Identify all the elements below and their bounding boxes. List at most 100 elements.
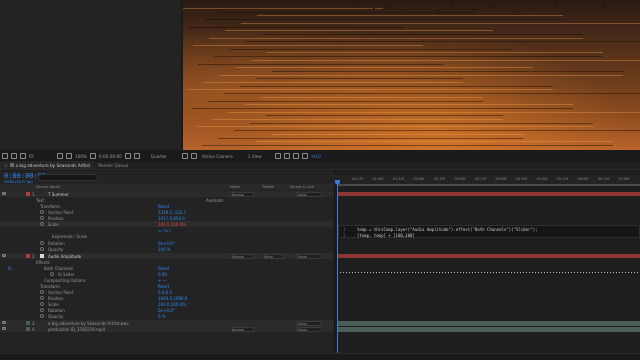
zoom-select[interactable]: 100%	[75, 154, 87, 159]
visibility-eye-icon[interactable]	[2, 254, 6, 257]
reset-link[interactable]: Reset	[158, 284, 169, 289]
property-value[interactable]: 0x+0.0°	[158, 241, 175, 246]
layer-name[interactable]: T Summer	[48, 192, 69, 197]
mode-select[interactable]: Normal	[230, 191, 254, 197]
property-opacity[interactable]: Opacity 100 %	[0, 246, 334, 252]
snapshot-icon[interactable]	[2, 153, 8, 159]
grid-icon[interactable]	[11, 153, 17, 159]
track-bar-video[interactable]	[337, 327, 640, 332]
stopwatch-icon[interactable]	[40, 307, 44, 312]
keyframe-strip[interactable]	[337, 272, 640, 273]
camera-select[interactable]: Active Camera	[200, 154, 235, 159]
visibility-eye-icon[interactable]	[2, 327, 6, 330]
snapshot-camera-icon[interactable]	[124, 153, 131, 159]
camera-icon[interactable]	[89, 153, 96, 159]
parent-select[interactable]: None	[296, 253, 322, 259]
stopwatch-icon[interactable]	[40, 209, 44, 214]
magnification-label[interactable]: Fit	[29, 154, 34, 159]
current-time-indicator[interactable]	[337, 180, 338, 360]
region-of-interest-icon[interactable]	[181, 153, 188, 159]
resolution-select[interactable]: Quarter	[149, 154, 169, 159]
wave-line	[245, 104, 573, 106]
fast-previews-icon[interactable]	[274, 153, 281, 159]
track-bar-summer[interactable]	[337, 192, 640, 196]
trkmat-header[interactable]: TrkMat	[262, 185, 274, 189]
region-icon[interactable]	[56, 153, 63, 159]
stopwatch-icon[interactable]	[40, 240, 44, 245]
property-value[interactable]: 1319.2,-122.7	[158, 210, 186, 215]
stopwatch-icon[interactable]	[40, 215, 44, 220]
mode-select[interactable]: Normal	[230, 326, 254, 332]
property-value[interactable]: 100.0,100.0%	[158, 302, 186, 307]
timeline-icon[interactable]	[283, 153, 290, 159]
parent-select[interactable]: None	[296, 191, 322, 197]
parent-select[interactable]: None	[296, 326, 322, 332]
surfer-silhouette	[473, 9, 475, 10]
trkmat-select[interactable]: None	[262, 253, 284, 259]
track-bar-audio-file[interactable]	[337, 321, 640, 326]
stopwatch-icon[interactable]	[50, 271, 54, 276]
fx-icon[interactable]: fx	[8, 266, 12, 271]
property-value[interactable]: 0 %	[158, 314, 166, 319]
layer-search-input[interactable]	[38, 174, 98, 181]
viewer-timecode[interactable]: 0:00:00:00	[99, 154, 122, 159]
property-opacity-2[interactable]: Opacity 0 %	[0, 313, 334, 319]
exposure-value[interactable]: +0,0	[311, 154, 321, 159]
mask-icon[interactable]	[20, 153, 26, 159]
property-value[interactable]: 0.00	[158, 272, 167, 277]
ruler-tick-label: 06:15f	[598, 177, 609, 181]
expression-editor[interactable]: 1 temp = thisComp.layer("Audio Amplitude…	[338, 225, 640, 238]
expression-line-1[interactable]: temp = thisComp.layer("Audio Amplitude")…	[357, 227, 538, 232]
layer-name[interactable]: a big adventure by Seasonds Artlist.wav	[48, 321, 129, 326]
tab-composition[interactable]: × a big adventure by Seasonds Artlist	[0, 161, 95, 169]
work-area-bar[interactable]	[337, 184, 640, 186]
reset-exposure-icon[interactable]	[301, 153, 308, 159]
label-color-chip[interactable]	[26, 254, 30, 258]
channel-icon[interactable]	[65, 153, 72, 159]
transparency-grid-icon[interactable]	[190, 153, 197, 159]
stopwatch-icon[interactable]	[40, 301, 44, 306]
audio-speaker-icon[interactable]	[2, 321, 6, 324]
reset-link[interactable]: Reset	[158, 204, 169, 209]
layer-name[interactable]: production ID_3782219.mp4	[48, 327, 105, 332]
expression-line-2[interactable]: [temp, temp] + [100,100]	[357, 233, 415, 238]
parent-header[interactable]: Parent & Link	[290, 185, 314, 189]
stopwatch-icon[interactable]	[40, 221, 44, 226]
stopwatch-icon[interactable]	[40, 246, 44, 251]
property-value[interactable]: 1920.0,1080.0	[158, 296, 187, 301]
view-layout-select[interactable]: 1 View	[246, 154, 264, 159]
property-name: Position	[48, 215, 64, 221]
property-value[interactable]: 100 %	[158, 247, 171, 252]
source-name-header[interactable]: Source Name	[36, 185, 60, 189]
layer-row-video[interactable]: 4 production ID_3782219.mp4 Normal None	[0, 326, 334, 332]
composition-viewer[interactable]	[183, 0, 640, 150]
label-color-chip[interactable]	[26, 327, 30, 331]
property-value[interactable]: 106.0,106.0%	[158, 222, 186, 227]
layer-name[interactable]: Audio Amplitude	[48, 254, 81, 259]
surfer-silhouette	[405, 9, 407, 10]
expression-icons[interactable]: = ⁄ ⊘ ⌇	[158, 228, 171, 233]
show-channel-icon[interactable]	[133, 153, 140, 159]
property-name: Compositing Options	[44, 277, 86, 283]
ruler-tick-label: 02:00f	[413, 177, 425, 181]
parent-select[interactable]: None	[296, 320, 322, 326]
label-color-chip[interactable]	[26, 321, 30, 325]
track-bar-audio-amplitude[interactable]	[337, 254, 640, 258]
property-value[interactable]: + —	[158, 278, 167, 283]
animate-menu[interactable]: Animate:	[206, 198, 224, 203]
wave-line	[257, 15, 563, 17]
tab-render-queue[interactable]: Render Queue	[94, 161, 132, 169]
stopwatch-icon[interactable]	[40, 313, 44, 318]
property-value[interactable]: 1917.0,854.0	[158, 216, 185, 221]
mode-select[interactable]: Normal	[230, 253, 254, 259]
label-color-chip[interactable]	[26, 192, 30, 196]
property-value[interactable]: 0x+0.0°	[158, 308, 175, 313]
stopwatch-icon[interactable]	[40, 295, 44, 300]
visibility-eye-icon[interactable]	[2, 192, 6, 195]
flowchart-icon[interactable]	[292, 153, 299, 159]
reset-link[interactable]: Reset	[158, 266, 169, 271]
mode-header[interactable]: Mode	[230, 185, 240, 189]
stopwatch-icon[interactable]	[40, 289, 44, 294]
property-value[interactable]: 0.0,0.0	[158, 290, 172, 295]
close-icon[interactable]: ×	[4, 163, 8, 168]
